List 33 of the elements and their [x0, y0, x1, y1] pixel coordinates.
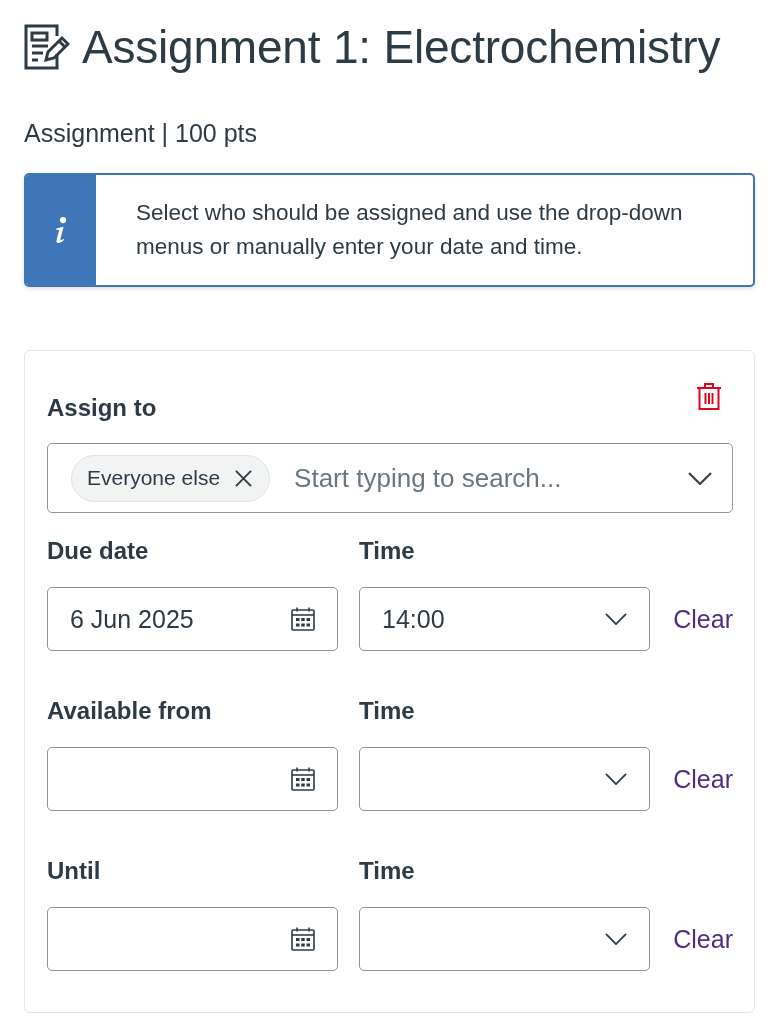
time-select[interactable]: [359, 907, 650, 971]
calendar-icon: [291, 767, 315, 791]
clear-button[interactable]: Clear: [673, 764, 733, 794]
time-select[interactable]: [359, 747, 650, 811]
calendar-icon: [291, 607, 315, 631]
date-label: Due date: [47, 536, 149, 566]
close-icon: [235, 469, 253, 487]
clear-button[interactable]: Clear: [673, 604, 733, 634]
assignment-type-points: Assignment | 100 pts: [24, 118, 257, 148]
assignee-tag[interactable]: Everyone else: [71, 454, 271, 502]
info-icon: [54, 216, 68, 244]
calendar-icon: [291, 927, 315, 951]
time-label: Time: [359, 696, 415, 726]
trash-icon: [696, 383, 722, 410]
assign-to-label: Assign to: [47, 393, 157, 423]
chevron-down-icon: [605, 613, 627, 625]
date-input[interactable]: 6 Jun 2025: [47, 587, 338, 651]
date-input[interactable]: [47, 907, 338, 971]
chevron-down-icon: [688, 471, 712, 485]
assignment-title: Assignment 1: Electrochemistry: [82, 20, 721, 75]
date-label: Until: [47, 856, 101, 886]
date-input[interactable]: [47, 747, 338, 811]
assignment-icon: [24, 24, 70, 70]
date-label: Available from: [47, 696, 212, 726]
delete-button[interactable]: [696, 383, 722, 410]
chevron-down-icon: [605, 933, 627, 945]
chevron-down-icon: [605, 773, 627, 785]
alert-message: Select who should be assigned and use the drop-down menus or manually enter your date and time.: [136, 199, 684, 261]
time-select[interactable]: 14:00: [359, 587, 650, 651]
assignee-select[interactable]: Everyone else Start typing to search...: [47, 443, 733, 513]
clear-button[interactable]: Clear: [673, 924, 733, 954]
time-label: Time: [359, 536, 415, 566]
time-label: Time: [359, 856, 415, 886]
